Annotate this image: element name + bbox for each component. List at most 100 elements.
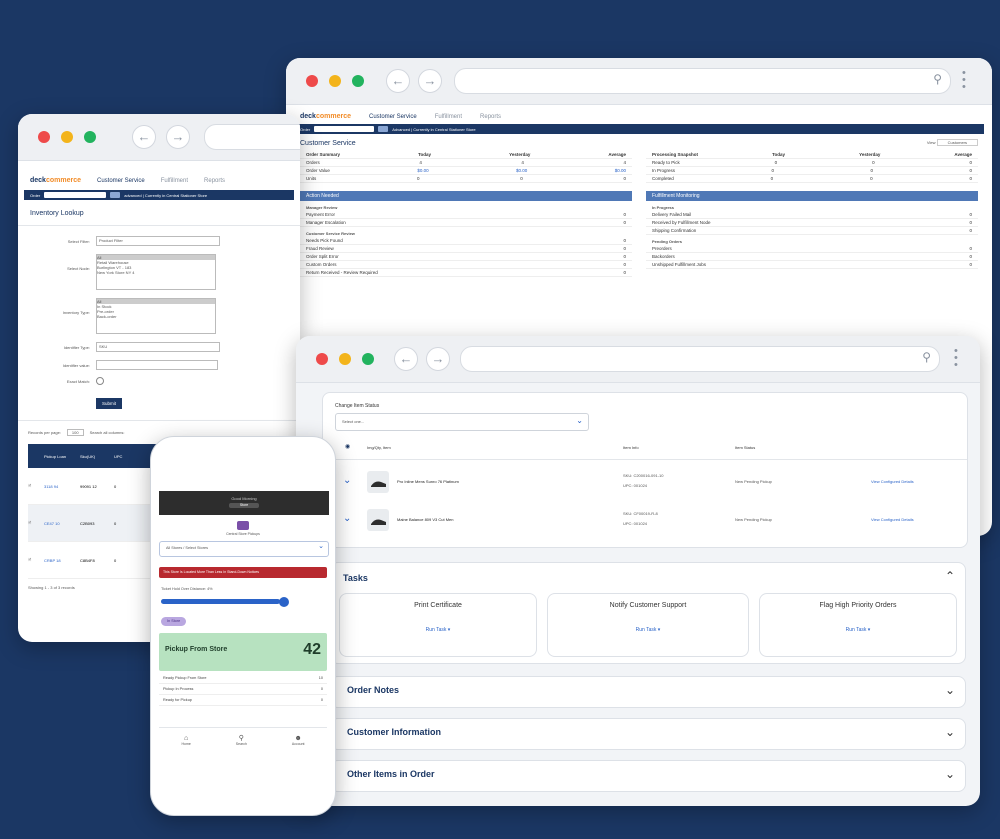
order-search-input[interactable]	[44, 192, 107, 198]
exact-match-checkbox[interactable]	[96, 377, 104, 385]
nav-home[interactable]: ⌂ Home	[181, 735, 190, 746]
select-all-icon[interactable]: ◉	[345, 443, 350, 450]
address-bar[interactable]: ⚲	[460, 346, 940, 372]
node-listbox[interactable]: All Retail Warehouse Burlington VT - 183…	[96, 254, 216, 290]
close-dot[interactable]	[316, 353, 328, 365]
document-icon: 🗎	[28, 519, 32, 525]
list-item[interactable]: Custom Orders 0	[300, 261, 632, 269]
close-dot[interactable]	[38, 131, 50, 143]
list-item[interactable]: Ready Pickup From Store 10	[159, 673, 327, 684]
nav-search[interactable]: ⚲ Search	[236, 734, 247, 746]
pickup-card[interactable]: Pickup From Store 42	[159, 633, 327, 671]
forward-arrow-icon[interactable]: →	[418, 69, 442, 93]
submit-button[interactable]: Submit	[96, 398, 123, 409]
address-bar[interactable]: ⚲	[454, 68, 951, 94]
group-title: Pending Orders	[652, 239, 683, 244]
item-name: Maine Balance 809 V3 Cut Men	[397, 517, 454, 522]
order-search-input[interactable]	[314, 126, 375, 132]
list-item[interactable]: Received by Fulfillment Node 0	[646, 219, 978, 227]
listbox-option[interactable]: New York Store NY 4	[97, 270, 215, 275]
chevron-down-icon[interactable]: ⌄	[945, 683, 955, 697]
chevron-up-icon[interactable]: ⌃	[945, 569, 955, 583]
inventory-type-listbox[interactable]: All In Stock Pre-order Back-order	[96, 298, 216, 334]
status-chip[interactable]: In Store	[161, 617, 187, 626]
header-cell: Average	[954, 152, 972, 157]
minimize-dot[interactable]	[329, 75, 341, 87]
maximize-dot[interactable]	[352, 75, 364, 87]
chevron-down-icon[interactable]: ⌄	[343, 475, 351, 486]
field-label: Identifier value:	[62, 362, 90, 368]
field-label: Inventory Type:	[62, 310, 90, 315]
list-item[interactable]: Preorders 0	[646, 245, 978, 253]
search-columns-label: Search all columns:	[89, 430, 125, 435]
records-select[interactable]: 100	[66, 429, 84, 436]
tab-reports[interactable]: Reports	[204, 178, 225, 184]
form-row: Select Filter: Product Filter	[18, 234, 300, 248]
tab-fulfillment[interactable]: Fulfillment	[435, 114, 462, 120]
list-item[interactable]: Backorders 0	[646, 253, 978, 261]
store-badge: Store	[229, 503, 259, 508]
chevron-down-icon[interactable]: ⌄	[945, 725, 955, 739]
order-notes-accordion[interactable]: Order Notes ⌄	[330, 676, 966, 708]
tab-fulfillment[interactable]: Fulfillment	[161, 178, 188, 184]
kebab-menu-icon[interactable]: • • •	[962, 68, 966, 93]
address-bar[interactable]	[204, 124, 300, 150]
status-select[interactable]: Select one... ⌄	[335, 413, 589, 431]
back-arrow-icon[interactable]: ←	[394, 347, 418, 371]
back-arrow-icon[interactable]: ←	[386, 69, 410, 93]
progress-handle[interactable]	[279, 597, 289, 607]
header-cell: Item Status	[735, 445, 756, 450]
view-details-link[interactable]: View Configured Details	[871, 517, 914, 522]
nav-account[interactable]: ☻ Account	[292, 735, 305, 746]
view-details-link[interactable]: View Configured Details	[871, 479, 914, 484]
chevron-down-icon: ⌄	[318, 543, 324, 550]
go-button[interactable]	[378, 126, 389, 132]
forward-arrow-icon[interactable]: →	[426, 347, 450, 371]
tasks-title: Tasks	[343, 573, 368, 583]
tab-customer-service[interactable]: Customer Service	[97, 178, 145, 184]
close-dot[interactable]	[306, 75, 318, 87]
forward-arrow-icon[interactable]: →	[166, 125, 190, 149]
list-item[interactable]: Order Split Error 0	[300, 253, 632, 261]
list-item[interactable]: Delivery Failed Mail 0	[646, 211, 978, 219]
home-icon: ⌂	[184, 734, 189, 742]
minimize-dot[interactable]	[61, 131, 73, 143]
filter-select[interactable]: Product Filter	[96, 236, 220, 246]
run-task-button[interactable]: Run Task ▾	[760, 627, 956, 633]
back-arrow-icon[interactable]: ←	[132, 125, 156, 149]
list-item[interactable]: Manager Escalation 0	[300, 219, 632, 227]
tab-reports[interactable]: Reports	[480, 114, 501, 120]
table-row: In Progress 0 0 0	[646, 167, 978, 175]
identifier-type-select[interactable]: SKU	[96, 342, 220, 352]
chevron-down-icon[interactable]: ⌄	[945, 767, 955, 781]
identifier-value-input[interactable]	[96, 360, 218, 370]
form-row: Select Node: All Retail Warehouse Burlin…	[18, 254, 300, 290]
item-status: New Pending Pickup	[735, 517, 772, 522]
other-items-accordion[interactable]: Other Items in Order ⌄	[330, 760, 966, 792]
kebab-menu-icon[interactable]: • • •	[954, 346, 958, 371]
view-select[interactable]: Customers	[936, 139, 978, 146]
customer-information-accordion[interactable]: Customer Information ⌄	[330, 718, 966, 750]
list-item[interactable]: Payment Error 0	[300, 211, 632, 219]
list-item[interactable]: Shipping Confirmation 0	[646, 227, 978, 235]
chevron-down-icon[interactable]: ⌄	[343, 513, 351, 524]
store-select[interactable]: All Stores / Select Stores ⌄	[159, 541, 329, 557]
list-item[interactable]: Fraud Review 0	[300, 245, 632, 253]
run-task-button[interactable]: Run Task ▾	[548, 627, 748, 633]
maximize-dot[interactable]	[362, 353, 374, 365]
minimize-dot[interactable]	[339, 353, 351, 365]
view-label: View	[926, 140, 936, 145]
table-row[interactable]: ⌄ Maine Balance 809 V3 Cut Men SKU: CF00…	[323, 505, 967, 541]
run-task-button[interactable]: Run Task ▾	[340, 627, 536, 633]
list-item[interactable]: Unshipped Fulfillment Jobs 0	[646, 261, 978, 269]
maximize-dot[interactable]	[84, 131, 96, 143]
go-button[interactable]	[110, 192, 121, 198]
list-item[interactable]: Return Received - Review Required 0	[300, 269, 632, 277]
pickup-list: Ready Pickup From Store 10 Pickup In Proc…	[159, 673, 327, 706]
list-item[interactable]: Pickup In Process 0	[159, 684, 327, 695]
listbox-option[interactable]: Back-order	[97, 314, 215, 319]
list-item[interactable]: Ready for Pickup 0	[159, 695, 327, 706]
table-row[interactable]: ⌄ Pro Inline Mens Sunro 76 Platinum SKU:…	[323, 467, 967, 503]
tab-customer-service[interactable]: Customer Service	[369, 114, 417, 120]
list-item[interactable]: Needs Pick Found 0	[300, 237, 632, 245]
